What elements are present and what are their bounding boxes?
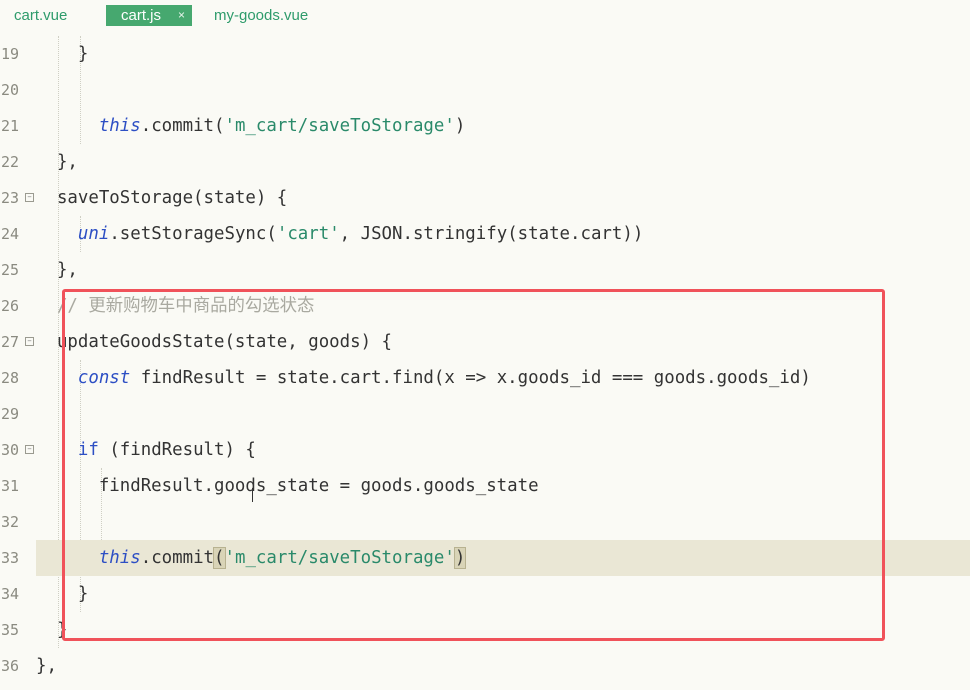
text-cursor (252, 488, 253, 502)
tab-label: cart.js (121, 7, 162, 24)
line-number: 23 (0, 189, 19, 207)
line-number: 21 (0, 117, 19, 135)
code-text: this.commit('m_cart/saveToStorage') (36, 108, 465, 144)
code-text: saveToStorage(state) { (36, 188, 288, 208)
close-icon[interactable]: × (178, 5, 185, 26)
line-number: 30 (0, 441, 19, 459)
editor-tab-bar: cart.vue cart.js × my-goods.vue (0, 0, 970, 30)
code-text: }, (36, 656, 57, 676)
code-line: 25 }, (0, 252, 970, 288)
code-token: ) (454, 116, 466, 136)
string-literal: 'm_cart/saveToStorage' (224, 116, 455, 136)
line-number: 36 (0, 657, 19, 675)
line-number: 27 (0, 333, 19, 351)
tab-cart-vue[interactable]: cart.vue (14, 5, 67, 26)
tab-my-goods-vue[interactable]: my-goods.vue (214, 5, 308, 26)
string-literal: 'cart' (276, 224, 340, 244)
line-number: 34 (0, 585, 19, 603)
keyword: uni (77, 224, 110, 244)
code-line: 21 this.commit('m_cart/saveToStorage') (0, 108, 970, 144)
line-number: 33 (0, 549, 19, 567)
code-text: } (36, 44, 89, 64)
code-token: , JSON.stringify(state.cart)) (339, 224, 644, 244)
line-number: 26 (0, 297, 19, 315)
line-number: 29 (0, 405, 19, 423)
code-line: 24 uni.setStorageSync('cart', JSON.strin… (0, 216, 970, 252)
line-number: 20 (0, 81, 19, 99)
code-text: uni.setStorageSync('cart', JSON.stringif… (36, 216, 643, 252)
code-line: 20 (0, 72, 970, 108)
fold-toggle-icon[interactable]: − (25, 337, 34, 346)
code-text: }, (36, 152, 78, 172)
line-number: 19 (0, 45, 19, 63)
line-number: 28 (0, 369, 19, 387)
fold-toggle-icon[interactable]: − (25, 193, 34, 202)
code-line: 22 }, (0, 144, 970, 180)
code-line: 19 } (0, 36, 970, 72)
code-token: .setStorageSync( (109, 224, 277, 244)
keyword: this (98, 116, 141, 136)
line-number: 22 (0, 153, 19, 171)
line-number: 32 (0, 513, 19, 531)
highlight-annotation-box (62, 289, 885, 641)
fold-toggle-icon[interactable]: − (25, 445, 34, 454)
line-number: 25 (0, 261, 19, 279)
tab-cart-js[interactable]: cart.js × (106, 5, 192, 26)
code-text: }, (36, 260, 78, 280)
line-number: 31 (0, 477, 19, 495)
code-line: 36 }, (0, 648, 970, 684)
line-number: 24 (0, 225, 19, 243)
code-token: .commit( (140, 116, 225, 136)
line-number: 35 (0, 621, 19, 639)
code-line: 23 − saveToStorage(state) { (0, 180, 970, 216)
